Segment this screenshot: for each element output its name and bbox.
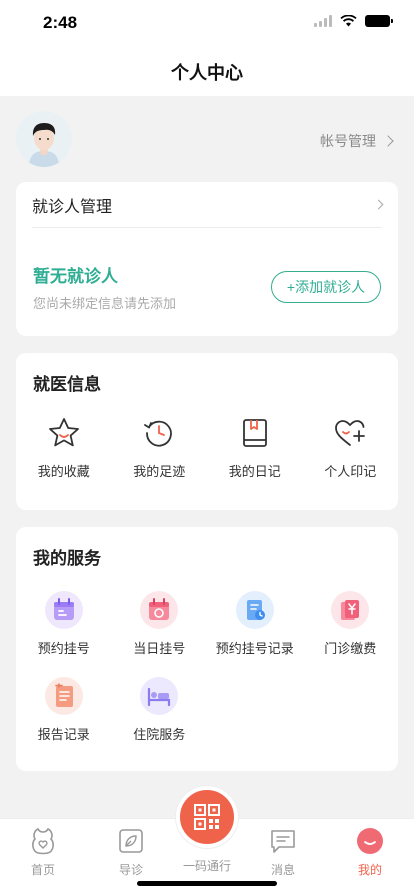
service-today[interactable]: 当日挂号 xyxy=(112,591,208,657)
history-icon xyxy=(141,415,177,451)
avatar-illustration xyxy=(29,123,59,167)
empty-patient-hint: 您尚未绑定信息请先添加 xyxy=(33,296,177,311)
chevron-right-icon xyxy=(382,135,394,147)
tab-label: 首页 xyxy=(30,863,55,877)
service-inpatient[interactable]: 住院服务 xyxy=(112,677,208,743)
qr-code-button[interactable] xyxy=(176,786,238,848)
status-bar: 2:48 xyxy=(0,0,414,48)
medical-item-favorites[interactable]: 我的收藏 xyxy=(16,415,112,480)
appointment-record-icon xyxy=(235,591,274,629)
heart-plus-icon xyxy=(332,415,368,451)
hospital-bed-icon xyxy=(140,677,179,715)
services-title: 我的服务 xyxy=(33,549,101,568)
nav-bar: 个人中心 xyxy=(0,48,414,96)
chevron-right-icon xyxy=(373,199,384,210)
medical-item-history[interactable]: 我的足迹 xyxy=(112,415,208,480)
services-card: 我的服务 预约挂号 当日挂号 预约挂号记录 门诊缴费 报告记录 住院服务 xyxy=(16,527,398,771)
services-row: 报告记录 住院服务 xyxy=(16,677,398,743)
medical-info-card: 就医信息 我的收藏 我的足迹 我的日记 个人印记 xyxy=(16,353,398,510)
medical-item-label: 我的足迹 xyxy=(133,464,186,479)
wifi-icon xyxy=(340,15,357,27)
tab-label: 一码通行 xyxy=(182,859,231,873)
tab-profile[interactable]: 我的 xyxy=(329,827,411,878)
star-icon xyxy=(46,415,82,451)
medical-info-title: 就医信息 xyxy=(33,375,101,394)
patient-manage-row[interactable]: 就诊人管理 xyxy=(32,182,384,228)
avatar[interactable] xyxy=(16,111,72,167)
status-time: 2:48 xyxy=(43,13,78,32)
account-manage-label: 帐号管理 xyxy=(320,133,376,149)
empty-patient-title: 暂无就诊人 xyxy=(33,267,118,286)
status-icons xyxy=(314,15,393,27)
service-label: 预约挂号 xyxy=(37,641,90,656)
signal-icon xyxy=(314,15,332,27)
tab-guide[interactable]: 导诊 xyxy=(90,827,172,878)
battery-icon xyxy=(365,15,393,27)
service-label: 预约挂号记录 xyxy=(215,641,294,656)
tab-qr-label-wrap[interactable]: 一码通行 xyxy=(166,857,248,874)
service-label: 当日挂号 xyxy=(133,641,186,656)
service-payment[interactable]: 门诊缴费 xyxy=(303,591,399,657)
medical-item-diary[interactable]: 我的日记 xyxy=(207,415,303,480)
guide-icon xyxy=(117,827,145,855)
home-icon xyxy=(29,827,57,855)
profile-row: 帐号管理 xyxy=(0,96,414,182)
add-patient-button[interactable]: +添加就诊人 xyxy=(271,271,381,303)
service-label: 住院服务 xyxy=(133,727,186,742)
service-appointment-record[interactable]: 预约挂号记录 xyxy=(207,591,303,657)
patient-card: 就诊人管理 暂无就诊人 您尚未绑定信息请先添加 +添加就诊人 xyxy=(16,182,398,336)
service-label: 报告记录 xyxy=(37,727,90,742)
medical-item-label: 我的收藏 xyxy=(37,464,90,479)
profile-icon xyxy=(356,827,384,855)
diary-icon xyxy=(237,415,273,451)
tab-messages[interactable]: 消息 xyxy=(242,827,324,878)
tab-label: 导诊 xyxy=(118,863,143,877)
payment-icon xyxy=(331,591,370,629)
patient-manage-label: 就诊人管理 xyxy=(32,198,113,216)
calendar-today-icon xyxy=(140,591,179,629)
medical-item-imprint[interactable]: 个人印记 xyxy=(303,415,399,480)
account-manage-link[interactable]: 帐号管理 xyxy=(320,131,394,151)
qr-code-icon xyxy=(194,804,220,830)
medical-item-label: 个人印记 xyxy=(324,464,377,479)
service-report[interactable]: 报告记录 xyxy=(16,677,112,743)
tab-home[interactable]: 首页 xyxy=(2,827,84,878)
service-appointment[interactable]: 预约挂号 xyxy=(16,591,112,657)
medical-item-label: 我的日记 xyxy=(228,464,281,479)
home-indicator xyxy=(137,881,277,886)
tab-label: 我的 xyxy=(357,863,382,877)
tab-label: 消息 xyxy=(270,863,295,877)
message-icon xyxy=(269,827,297,855)
report-icon xyxy=(44,677,83,715)
services-row: 预约挂号 当日挂号 预约挂号记录 门诊缴费 xyxy=(16,591,398,657)
service-label: 门诊缴费 xyxy=(324,641,377,656)
page-title: 个人中心 xyxy=(171,63,243,83)
medical-info-grid: 我的收藏 我的足迹 我的日记 个人印记 xyxy=(16,415,398,480)
calendar-appointment-icon xyxy=(44,591,83,629)
